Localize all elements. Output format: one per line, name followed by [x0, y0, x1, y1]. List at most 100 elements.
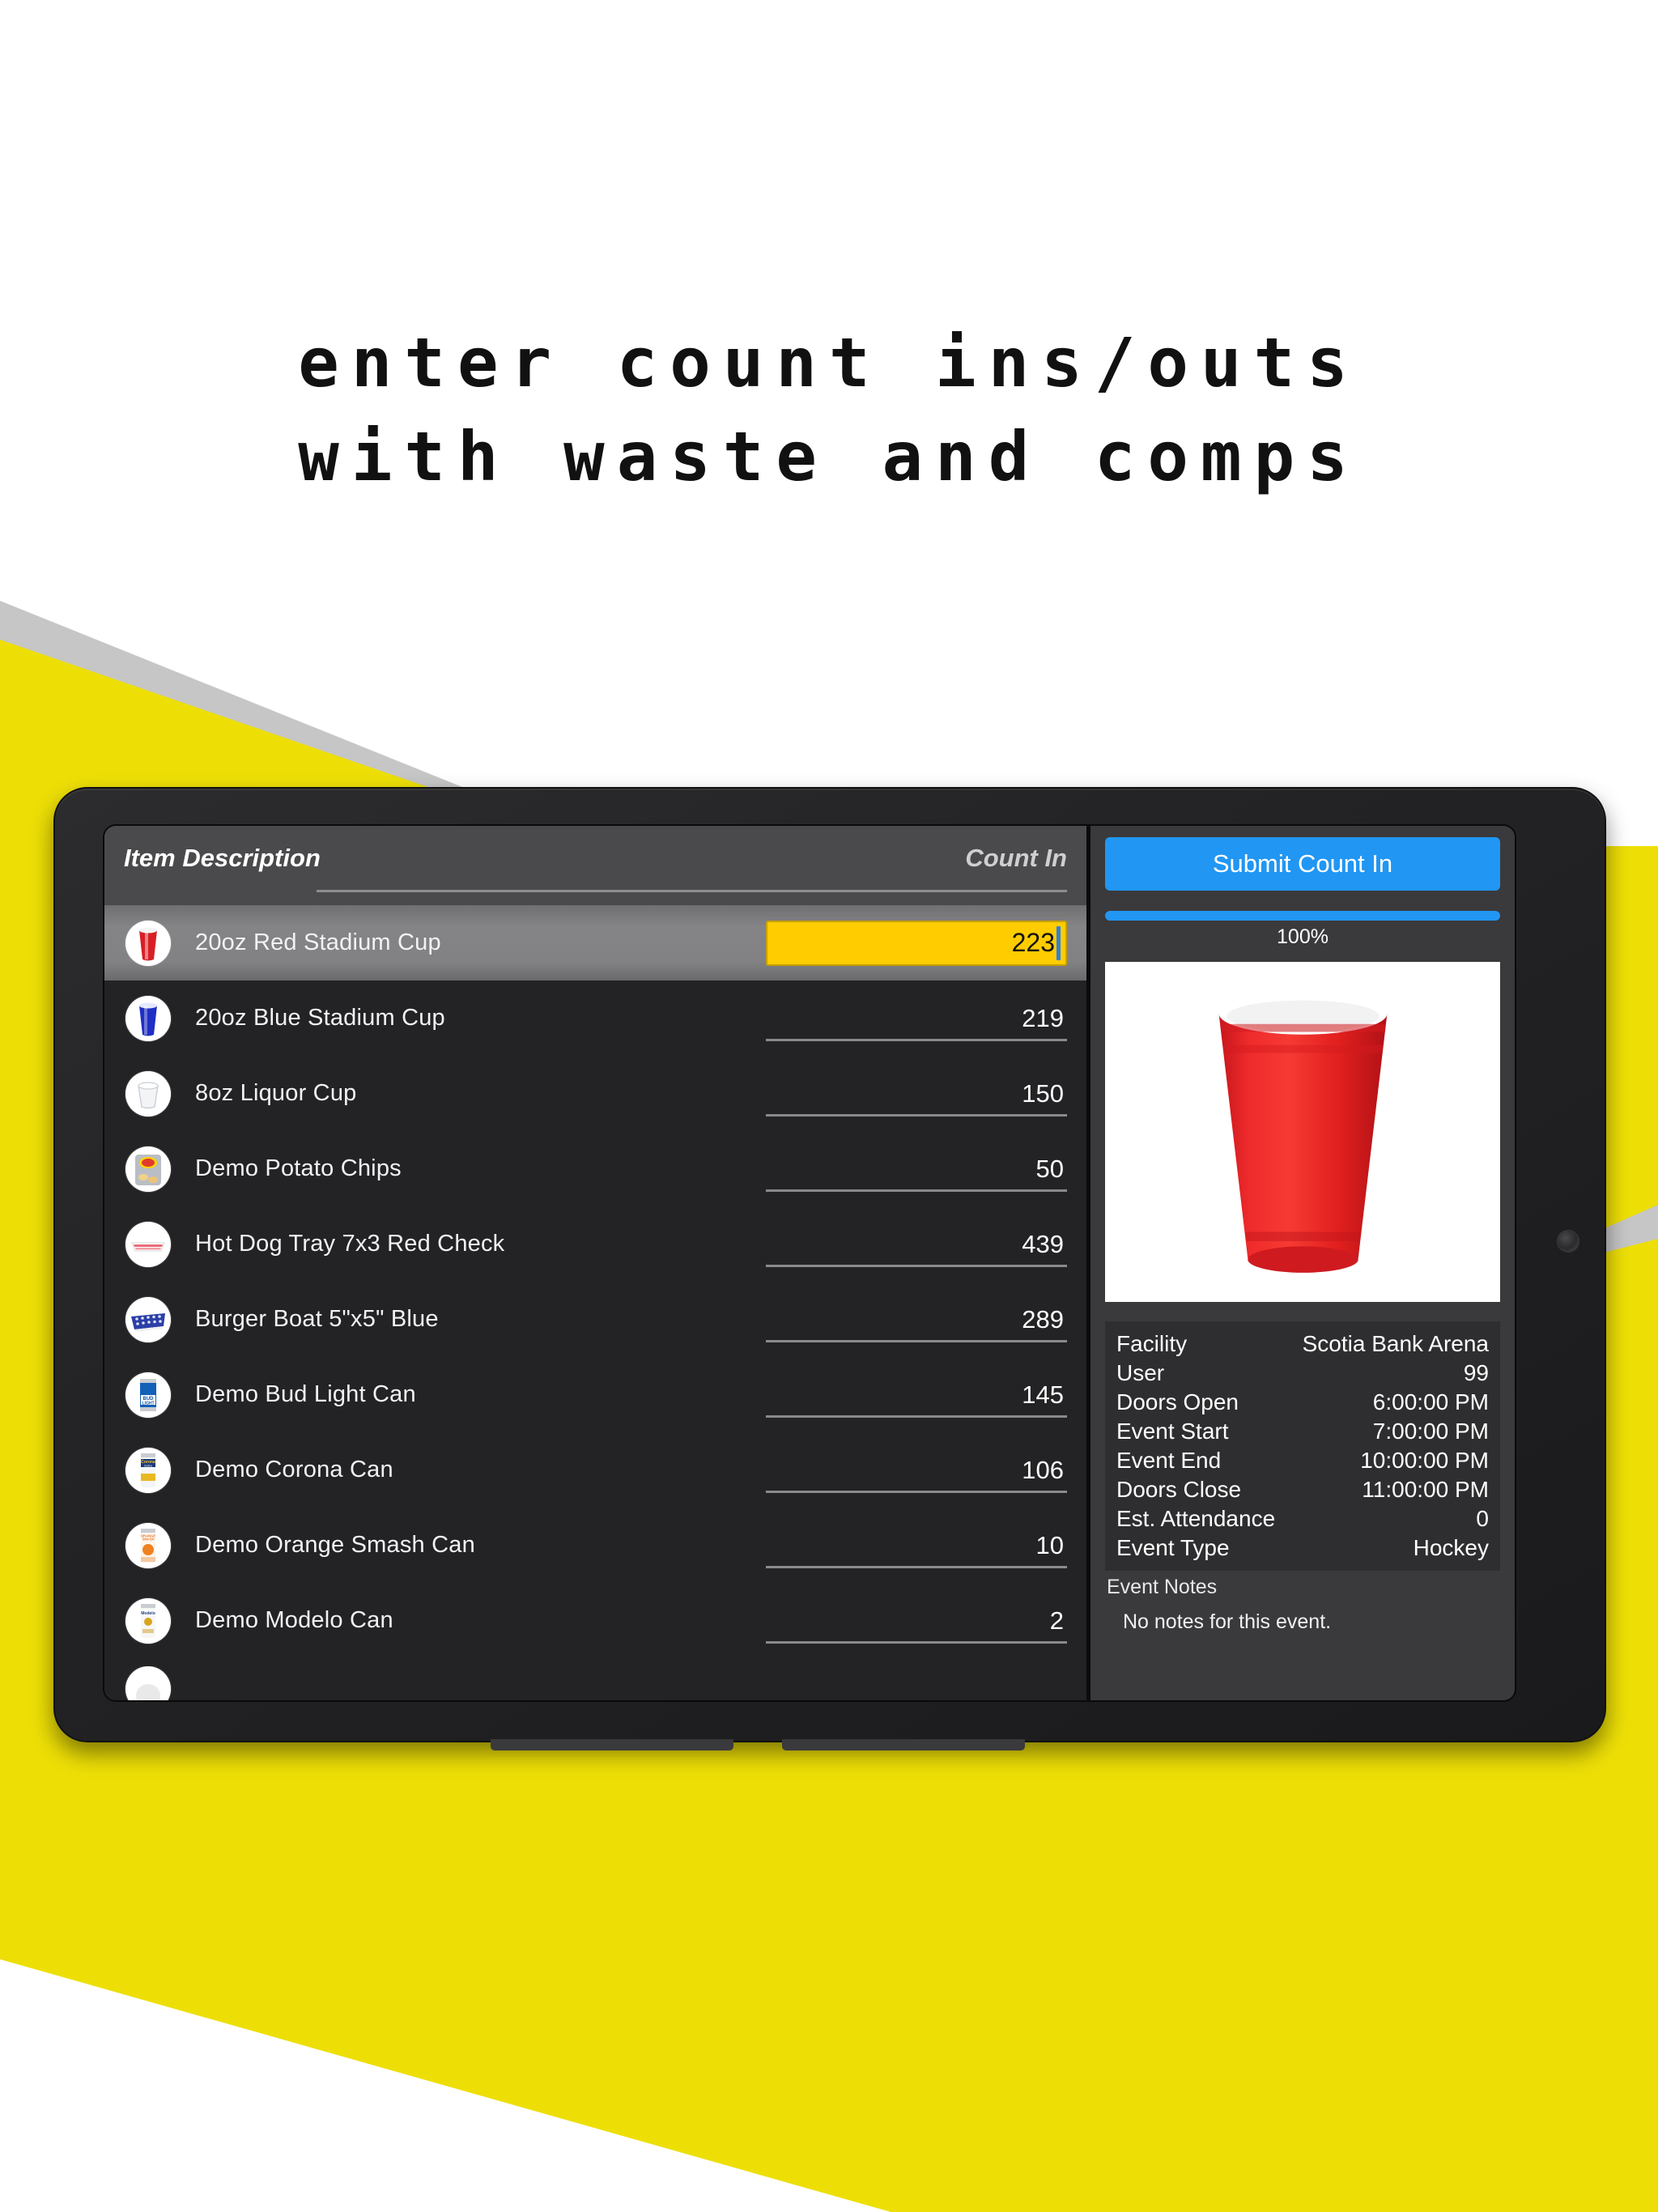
event-detail-row: Event End 10:00:00 PM [1116, 1446, 1489, 1475]
tablet-screen: Item Description Count In 20oz Red Stadi… [104, 826, 1515, 1700]
count-in-cell[interactable]: 2 [766, 1583, 1067, 1658]
event-detail-row: Facility Scotia Bank Arena [1116, 1329, 1489, 1359]
item-description-label: Demo Bud Light Can [195, 1381, 416, 1407]
event-detail-key: Est. Attendance [1116, 1506, 1276, 1531]
event-detail-value: Scotia Bank Arena [1302, 1331, 1489, 1356]
count-in-cell[interactable]: 219 [766, 981, 1067, 1056]
count-in-cell[interactable]: 289 [766, 1282, 1067, 1357]
item-description-label: 20oz Red Stadium Cup [195, 929, 441, 955]
event-details-table: Facility Scotia Bank Arena User 99 Doors Ope… [1105, 1321, 1500, 1571]
item-description-label: 8oz Liquor Cup [195, 1080, 357, 1106]
event-detail-row: Event Type Hockey [1116, 1534, 1489, 1563]
table-row[interactable]: Corona Extra Demo Corona Can 106 [104, 1432, 1086, 1508]
event-detail-value: Hockey [1413, 1535, 1489, 1560]
item-description-label: Demo Orange Smash Can [195, 1532, 475, 1558]
svg-text:Extra: Extra [144, 1463, 152, 1467]
count-in-value: 50 [1035, 1154, 1064, 1183]
table-row[interactable]: Demo Potato Chips 50 [104, 1131, 1086, 1206]
item-rows[interactable]: 20oz Red Stadium Cup 223 20oz Blue Stadium… [104, 905, 1086, 1666]
event-detail-value: 10:00:00 PM [1360, 1448, 1489, 1473]
list-item-partial[interactable] [104, 1666, 1086, 1700]
submit-count-in-button[interactable]: Submit Count In [1105, 837, 1500, 891]
event-detail-value: 7:00:00 PM [1372, 1419, 1489, 1444]
header-divider [317, 890, 1067, 892]
table-row[interactable]: BUD LIGHT Demo Bud Light Can 145 [104, 1357, 1086, 1432]
item-description-label: Demo Potato Chips [195, 1155, 402, 1181]
partial-item-icon [125, 1666, 171, 1700]
event-notes-title: Event Notes [1107, 1576, 1218, 1598]
event-detail-key: User [1116, 1360, 1165, 1385]
front-camera-icon [1558, 1231, 1579, 1252]
item-list-panel: Item Description Count In 20oz Red Stadi… [104, 826, 1090, 1700]
count-in-cell[interactable]: 10 [766, 1508, 1067, 1583]
input-underline [766, 1114, 1067, 1117]
detail-panel: Submit Count In 100% Facility Scotia Ban… [1090, 826, 1515, 1700]
count-in-value: 150 [1022, 1078, 1064, 1108]
event-detail-row: Doors Close 11:00:00 PM [1116, 1475, 1489, 1504]
item-description-label: Hot Dog Tray 7x3 Red Check [195, 1231, 505, 1257]
input-underline [766, 1566, 1067, 1568]
count-in-value: 219 [1022, 1003, 1064, 1032]
product-image [1105, 962, 1500, 1302]
input-underline [766, 1415, 1067, 1418]
count-in-input-active[interactable]: 223 [766, 920, 1067, 966]
table-row[interactable]: ORANGE SMASH Demo Orange Smash Can 10 [104, 1508, 1086, 1583]
progress-section: 100% [1105, 911, 1500, 949]
potato-chips-icon [125, 1146, 171, 1192]
svg-text:LIGHT: LIGHT [142, 1401, 155, 1406]
column-header-item-description: Item Description [124, 844, 321, 872]
event-detail-value: 6:00:00 PM [1372, 1389, 1489, 1414]
event-detail-row: Doors Open 6:00:00 PM [1116, 1388, 1489, 1417]
table-row[interactable]: 8oz Liquor Cup 150 [104, 1056, 1086, 1131]
count-in-cell[interactable]: 106 [766, 1432, 1067, 1508]
event-detail-value: 11:00:00 PM [1362, 1477, 1489, 1502]
count-in-cell[interactable]: 439 [766, 1206, 1067, 1282]
input-underline [766, 1340, 1067, 1342]
item-description-label: Demo Modelo Can [195, 1607, 393, 1633]
count-in-cell[interactable]: 145 [766, 1357, 1067, 1432]
count-in-value: 439 [1022, 1229, 1064, 1258]
text-cursor-icon [1056, 925, 1061, 960]
modelo-can-icon: Modelo [125, 1597, 171, 1644]
svg-text:SMASH: SMASH [142, 1537, 154, 1541]
bud-light-can-icon: BUD LIGHT [125, 1372, 171, 1418]
input-underline [766, 1491, 1067, 1493]
tablet-stand-foot-right [782, 1739, 1025, 1750]
count-in-value: 145 [1022, 1380, 1064, 1409]
event-detail-key: Doors Open [1116, 1389, 1239, 1414]
event-detail-value: 99 [1463, 1360, 1489, 1385]
count-in-value: 289 [1022, 1304, 1064, 1334]
item-description-label: Burger Boat 5"x5" Blue [195, 1306, 439, 1332]
count-in-cell[interactable]: 223 [766, 905, 1067, 981]
event-detail-key: Event Type [1116, 1535, 1230, 1560]
event-detail-key: Facility [1116, 1331, 1188, 1356]
blue-stadium-cup-icon [125, 995, 171, 1041]
input-underline [766, 1189, 1067, 1192]
list-header: Item Description Count In [104, 826, 1086, 905]
count-in-cell[interactable]: 50 [766, 1131, 1067, 1206]
event-detail-row: Event Start 7:00:00 PM [1116, 1417, 1489, 1446]
count-in-cell[interactable]: 150 [766, 1056, 1067, 1131]
hot-dog-tray-icon [125, 1221, 171, 1267]
table-row[interactable]: Burger Boat 5"x5" Blue 289 [104, 1282, 1086, 1357]
table-row[interactable]: Modelo Demo Modelo Can 2 [104, 1583, 1086, 1658]
event-notes-body: No notes for this event. [1123, 1610, 1332, 1633]
tablet-device: Item Description Count In 20oz Red Stadi… [53, 787, 1606, 1750]
item-description-label: 20oz Blue Stadium Cup [195, 1005, 445, 1031]
table-row[interactable]: 20oz Red Stadium Cup 223 [104, 905, 1086, 981]
red-stadium-cup-icon [125, 920, 171, 966]
input-underline [766, 1641, 1067, 1644]
burger-boat-icon [125, 1296, 171, 1342]
table-row[interactable]: Hot Dog Tray 7x3 Red Check 439 [104, 1206, 1086, 1282]
item-description-label: Demo Corona Can [195, 1457, 393, 1482]
progress-bar-fill [1105, 911, 1500, 921]
tablet-stand-foot-left [491, 1739, 733, 1750]
column-header-count-in: Count In [965, 844, 1067, 872]
corona-can-icon: Corona Extra [125, 1447, 171, 1493]
svg-text:Modelo: Modelo [141, 1611, 155, 1616]
event-detail-key: Doors Close [1116, 1477, 1242, 1502]
table-row[interactable]: 20oz Blue Stadium Cup 219 [104, 981, 1086, 1056]
liquor-cup-icon [125, 1070, 171, 1117]
event-detail-key: Event End [1116, 1448, 1222, 1473]
event-detail-value: 0 [1476, 1506, 1489, 1531]
